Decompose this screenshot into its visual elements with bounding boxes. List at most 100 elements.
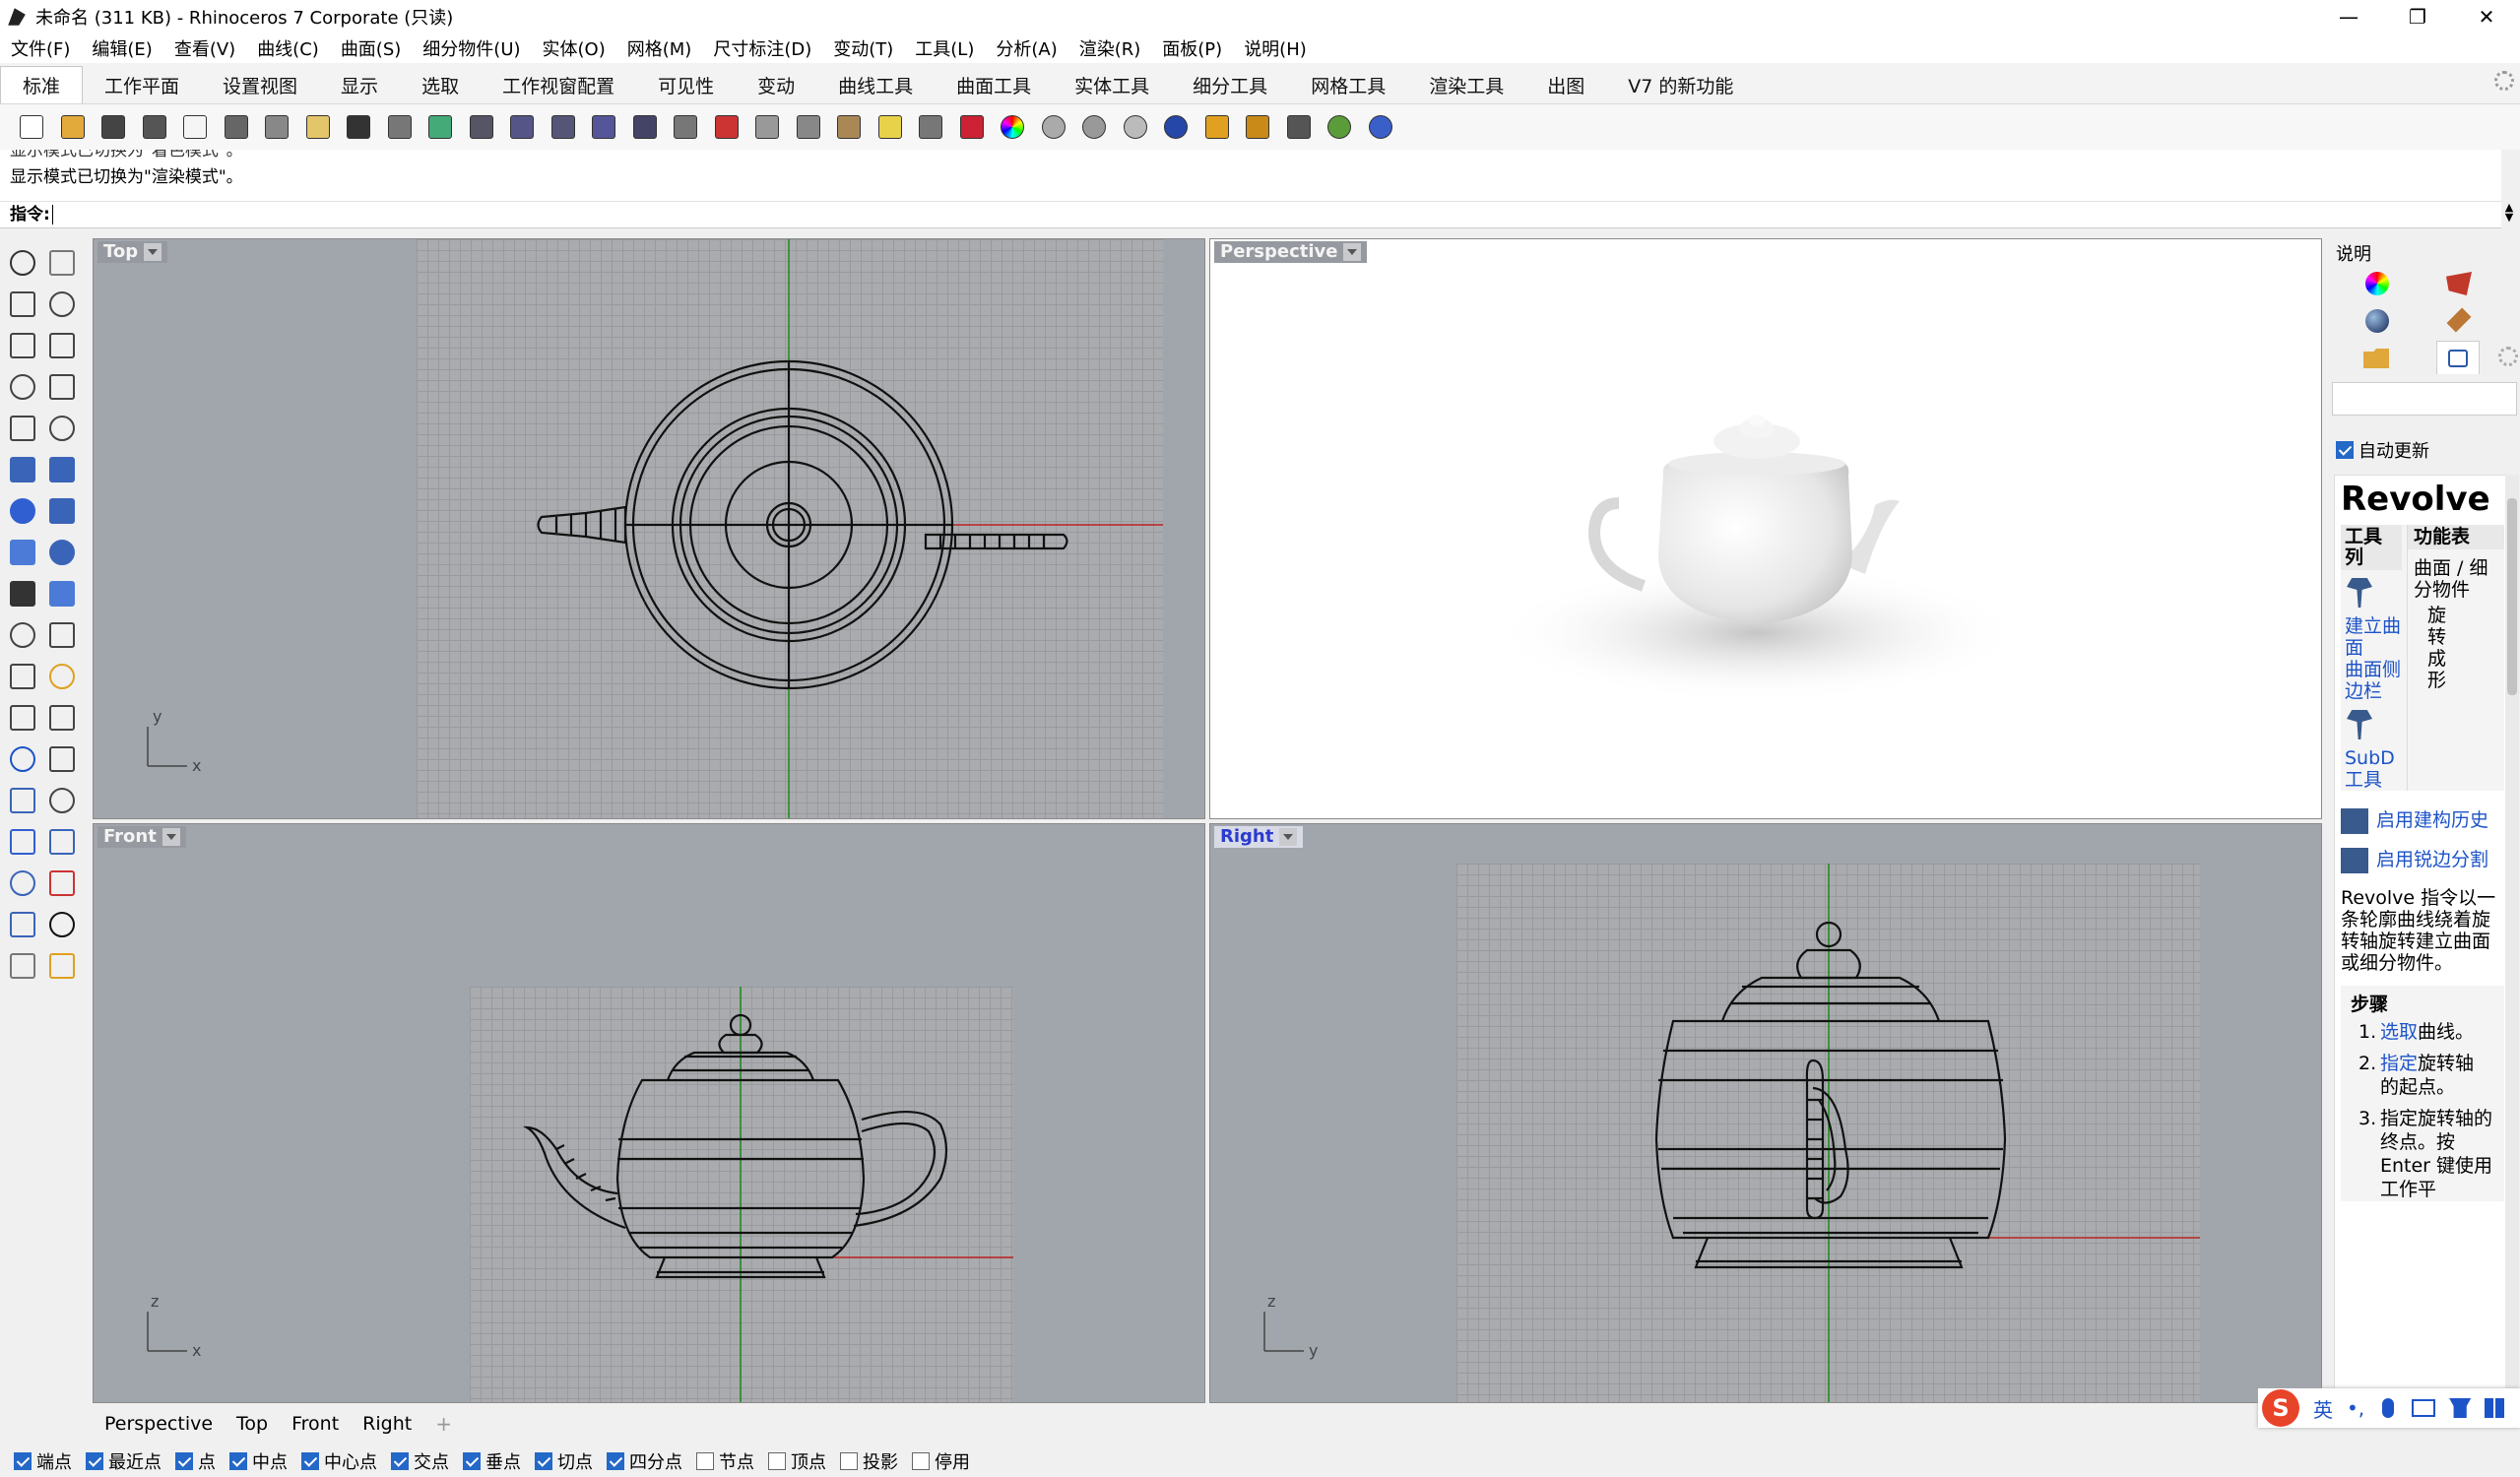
extrude-icon[interactable] (45, 536, 79, 569)
mesh-icon[interactable] (6, 949, 39, 983)
zoom-extents-icon[interactable] (546, 109, 581, 145)
tab-subd-tools[interactable]: 细分工具 (1171, 66, 1289, 103)
zoom-icon[interactable] (464, 109, 499, 145)
tab-surface-tools[interactable]: 曲面工具 (935, 66, 1053, 103)
osnap-checkbox[interactable] (86, 1451, 103, 1470)
tab-display[interactable]: 显示 (319, 66, 400, 103)
tab-visibility[interactable]: 可见性 (636, 66, 736, 103)
osnap-10[interactable]: 顶点 (768, 1448, 826, 1474)
gumball-icon[interactable] (45, 867, 79, 900)
tab-transform[interactable]: 变动 (736, 66, 816, 103)
menu-render[interactable]: 渲染(R) (1068, 35, 1152, 61)
osnap-checkbox[interactable] (912, 1451, 930, 1470)
link-enable-history[interactable]: 启用建构历史 (2376, 808, 2488, 834)
copy-icon[interactable] (259, 109, 294, 145)
surface-icon[interactable] (6, 453, 39, 486)
folder-icon[interactable] (2363, 349, 2389, 368)
check-icon[interactable] (45, 908, 79, 941)
rectangle-icon[interactable] (45, 370, 79, 404)
step-link[interactable]: 选取 (2380, 1021, 2418, 1043)
panel-settings-icon[interactable] (2498, 347, 2518, 366)
osnap-checkbox[interactable] (768, 1451, 786, 1470)
menu-curve[interactable]: 曲线(C) (246, 35, 330, 61)
split-icon[interactable] (45, 618, 79, 652)
menu-dimension[interactable]: 尺寸标注(D) (702, 35, 822, 61)
osnap-checkbox[interactable] (535, 1451, 552, 1470)
sphere-wire-icon[interactable] (1036, 109, 1071, 145)
environment-icon[interactable] (2365, 309, 2389, 333)
osnap-2[interactable]: 点 (175, 1448, 216, 1474)
menu-file[interactable]: 文件(F) (0, 35, 81, 61)
polyline-icon[interactable] (6, 288, 39, 321)
osnap-checkbox[interactable] (463, 1451, 481, 1470)
ime-language[interactable]: 英 (2313, 1394, 2333, 1423)
viewport-title-top[interactable]: Top (97, 241, 168, 263)
ime-logo[interactable]: S (2262, 1389, 2299, 1427)
zoom-window-icon[interactable] (504, 109, 540, 145)
viewport-dropdown-icon[interactable] (144, 243, 162, 261)
step-link[interactable]: 指定 (2380, 1053, 2418, 1074)
osnap-4[interactable]: 中心点 (301, 1448, 377, 1474)
sphere-render-icon[interactable] (1118, 109, 1153, 145)
color-wheel-icon[interactable] (995, 109, 1030, 145)
osnap-checkbox[interactable] (607, 1451, 624, 1470)
crease-link-row[interactable]: 启用锐边分割 (2341, 848, 2504, 873)
layout-icon[interactable] (45, 825, 79, 859)
dimension-icon[interactable] (45, 784, 79, 817)
car-icon[interactable] (709, 109, 744, 145)
osnap-9[interactable]: 节点 (696, 1448, 754, 1474)
fillet-icon[interactable] (6, 701, 39, 735)
tab-cplanes[interactable]: 工作平面 (83, 66, 201, 103)
light-icon[interactable] (872, 109, 908, 145)
scrollbar-thumb[interactable] (2507, 498, 2517, 695)
grid-snap-icon[interactable] (6, 867, 39, 900)
viewport-title-front[interactable]: Front (97, 826, 186, 848)
rotate-camera-icon[interactable] (627, 109, 663, 145)
pan-icon[interactable] (382, 109, 418, 145)
viewport-dropdown-icon[interactable] (1343, 243, 1362, 261)
help-scrollbar[interactable] (2505, 475, 2519, 1395)
gear-icon[interactable] (1240, 109, 1275, 145)
osnap-checkbox[interactable] (696, 1451, 714, 1470)
viewport-title-right[interactable]: Right (1214, 826, 1304, 848)
text-icon[interactable] (6, 742, 39, 776)
solid-box-icon[interactable] (6, 825, 39, 859)
menu-solid[interactable]: 实体(O) (532, 35, 616, 61)
texture-icon[interactable] (2446, 307, 2472, 333)
render-shade-icon[interactable] (45, 949, 79, 983)
osnap-0[interactable]: 端点 (14, 1448, 72, 1474)
command-scroll[interactable]: ▲ ▼ (2502, 202, 2516, 226)
help-search-input[interactable] (2332, 382, 2517, 416)
command-input[interactable] (51, 205, 2022, 225)
revolve-icon[interactable] (2347, 578, 2372, 608)
viewtab-perspective[interactable]: Perspective (93, 1413, 225, 1435)
close-button[interactable]: ✕ (2452, 0, 2520, 33)
viewport-front[interactable]: z x Front (93, 823, 1205, 1403)
osnap-checkbox[interactable] (840, 1451, 858, 1470)
select-icon[interactable] (1281, 109, 1317, 145)
link-surface-sidebar[interactable]: 曲面侧边栏 (2341, 659, 2407, 702)
viewport-right[interactable]: z y Right (1209, 823, 2322, 1403)
osnap-checkbox[interactable] (14, 1451, 32, 1470)
toolbar-settings-icon[interactable] (2494, 71, 2514, 91)
ellipse-icon[interactable] (45, 329, 79, 362)
zoom-selected-icon[interactable] (586, 109, 621, 145)
osnap-7[interactable]: 切点 (535, 1448, 593, 1474)
fillet-curve-icon[interactable] (45, 412, 79, 445)
osnap-12[interactable]: 停用 (912, 1448, 970, 1474)
globe-icon[interactable] (1322, 109, 1357, 145)
menu-transform[interactable]: 变动(T) (822, 35, 904, 61)
osnap-3[interactable]: 中点 (229, 1448, 288, 1474)
snap-icon[interactable] (831, 109, 867, 145)
tab-drafting[interactable]: 出图 (1525, 66, 1606, 103)
skin-icon[interactable] (2449, 1398, 2472, 1418)
polygon-icon[interactable] (6, 370, 39, 404)
grid-icon[interactable] (749, 109, 785, 145)
maximize-button[interactable]: ❐ (2383, 0, 2452, 33)
cut-icon[interactable] (219, 109, 254, 145)
link-enable-crease[interactable]: 启用锐边分割 (2376, 848, 2488, 873)
join-icon[interactable] (6, 660, 39, 693)
menu-panels[interactable]: 面板(P) (1151, 35, 1233, 61)
help-icon[interactable] (1363, 109, 1398, 145)
osnap-checkbox[interactable] (175, 1451, 193, 1470)
